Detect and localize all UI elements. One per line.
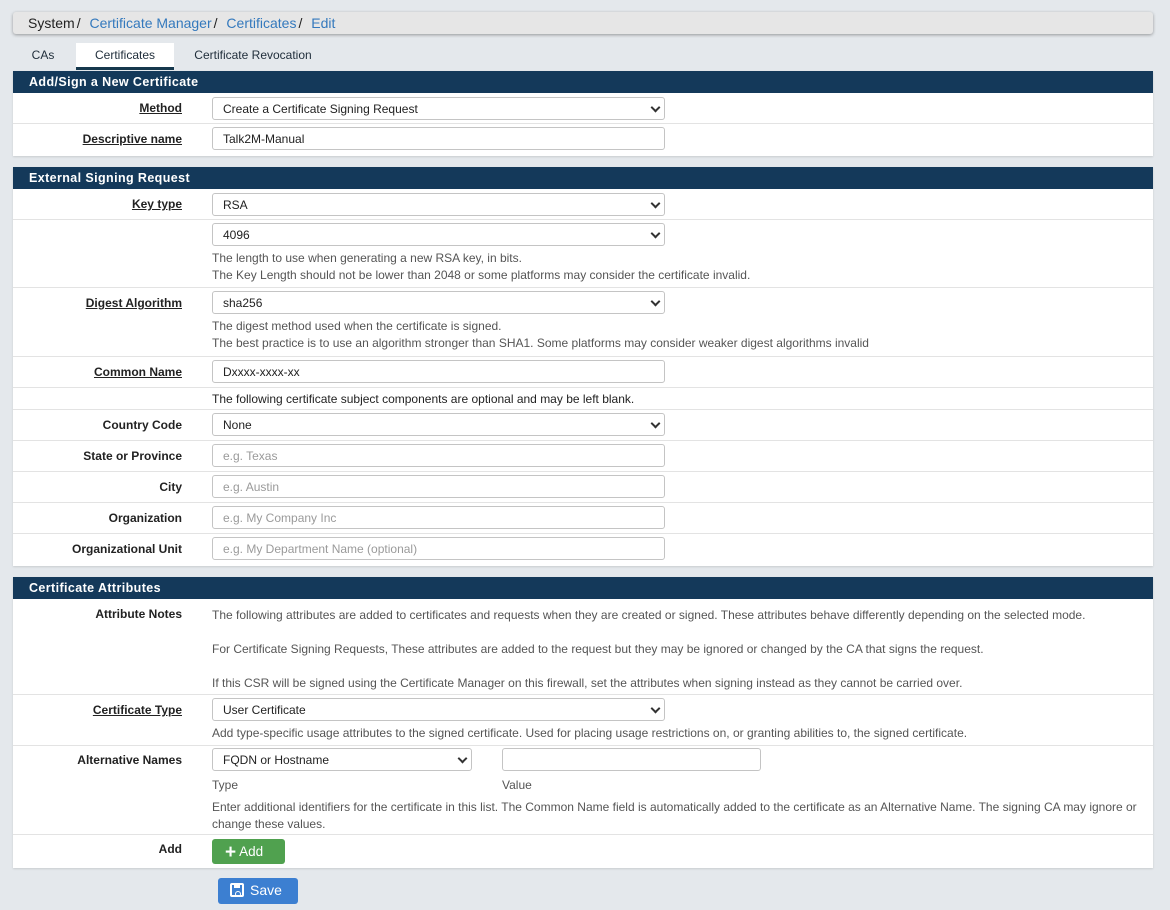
breadcrumb-system: System — [28, 15, 75, 31]
save-icon — [230, 883, 244, 897]
key-length-row: 4096 The length to use when generating a… — [13, 220, 1153, 288]
certificate-type-label: Certificate Type — [92, 703, 182, 717]
key-length-help-line: The Key Length should not be lower than … — [212, 268, 751, 282]
state-placeholder: e.g. Texas — [223, 449, 278, 463]
digest-help: The digest method used when the certific… — [212, 318, 869, 352]
tab-certificate-revocation[interactable]: Certificate Revocation — [185, 43, 321, 70]
certificate-type-row: Certificate Type User Certificate Add ty… — [13, 695, 1153, 746]
organization-label: Organization — [108, 511, 182, 525]
city-row: City e.g. Austin — [13, 472, 1153, 503]
external-signing-panel: External Signing Request Key type RSA 40… — [13, 167, 1153, 566]
certificate-attributes-panel: Certificate Attributes Attribute Notes T… — [13, 577, 1153, 868]
breadcrumb-separator: / — [76, 15, 81, 31]
digest-help-line: The best practice is to use an algorithm… — [212, 336, 869, 350]
save-button-label: Save — [250, 882, 282, 898]
digest-help-line: The digest method used when the certific… — [212, 319, 502, 333]
organization-placeholder: e.g. My Company Inc — [223, 511, 337, 525]
attribute-notes-line: If this CSR will be signed using the Cer… — [212, 676, 963, 690]
city-placeholder: e.g. Austin — [223, 480, 280, 494]
state-input[interactable]: e.g. Texas — [212, 444, 665, 467]
digest-row: Digest Algorithm sha256 The digest metho… — [13, 288, 1153, 357]
attribute-notes-row: Attribute Notes The following attributes… — [13, 599, 1153, 695]
org-unit-label: Organizational Unit — [71, 542, 182, 556]
tab-cas[interactable]: CAs — [19, 43, 67, 70]
alternative-names-label: Alternative Names — [77, 753, 182, 767]
key-type-label: Key type — [131, 197, 182, 211]
breadcrumb-separator: / — [213, 15, 218, 31]
country-select[interactable]: None — [212, 413, 665, 436]
type-caption: Type — [212, 778, 239, 792]
add-row: Add + Add — [13, 835, 1153, 867]
alternative-names-help: Enter additional identifiers for the cer… — [212, 800, 1137, 831]
breadcrumb-edit[interactable]: Edit — [311, 15, 335, 31]
breadcrumb-separator: / — [298, 15, 303, 31]
optional-note-row: The following certificate subject compon… — [13, 388, 1153, 410]
attribute-notes-line: The following attributes are added to ce… — [212, 608, 1086, 622]
state-label: State or Province — [83, 449, 182, 463]
country-row: Country Code None — [13, 410, 1153, 441]
alt-name-value-input[interactable] — [502, 748, 761, 771]
panel-heading: Add/Sign a New Certificate — [13, 71, 1153, 93]
save-button[interactable]: Save — [218, 878, 298, 904]
common-name-label: Common Name — [93, 365, 182, 379]
key-length-select[interactable]: 4096 — [212, 223, 665, 246]
digest-select[interactable]: sha256 — [212, 291, 665, 314]
breadcrumb-certificates[interactable]: Certificates — [226, 15, 296, 31]
org-unit-input[interactable]: e.g. My Department Name (optional) — [212, 537, 665, 560]
attribute-notes-label: Attribute Notes — [95, 607, 182, 621]
add-button[interactable]: + Add — [212, 839, 285, 864]
value-caption: Value — [502, 778, 532, 792]
tab-certificates[interactable]: Certificates — [76, 43, 174, 70]
digest-label: Digest Algorithm — [85, 296, 182, 310]
key-length-help: The length to use when generating a new … — [212, 250, 750, 284]
breadcrumb: System / Certificate Manager / Certificate… — [13, 12, 1153, 34]
add-label: Add — [158, 842, 182, 856]
optional-note: The following certificate subject compon… — [212, 392, 635, 406]
plus-icon: + — [225, 842, 237, 863]
alt-name-type-select[interactable]: FQDN or Hostname — [212, 748, 472, 771]
certificate-type-select[interactable]: User Certificate — [212, 698, 665, 721]
breadcrumb-certificate-manager[interactable]: Certificate Manager — [89, 15, 211, 31]
attribute-notes-line: For Certificate Signing Requests, These … — [212, 642, 984, 656]
method-label: Method — [139, 101, 182, 115]
country-label: Country Code — [102, 418, 182, 432]
organization-row: Organization e.g. My Company Inc — [13, 503, 1153, 534]
org-unit-row: Organizational Unit e.g. My Department N… — [13, 534, 1153, 565]
method-select[interactable]: Create a Certificate Signing Request — [212, 97, 665, 120]
common-name-input[interactable]: Dxxxx-xxxx-xx — [212, 360, 665, 383]
method-row: Method Create a Certificate Signing Requ… — [13, 93, 1153, 124]
panel-heading: External Signing Request — [13, 167, 1153, 189]
alternative-names-row: Alternative Names FQDN or Hostname Type … — [13, 746, 1153, 835]
common-name-row: Common Name Dxxxx-xxxx-xx — [13, 357, 1153, 388]
descriptive-name-input[interactable]: Talk2M-Manual — [212, 127, 665, 150]
state-row: State or Province e.g. Texas — [13, 441, 1153, 472]
add-sign-panel: Add/Sign a New Certificate Method Create… — [13, 71, 1153, 156]
panel-heading: Certificate Attributes — [13, 577, 1153, 599]
descriptive-name-label: Descriptive name — [82, 132, 182, 146]
key-length-help-line: The length to use when generating a new … — [212, 251, 522, 265]
org-unit-placeholder: e.g. My Department Name (optional) — [223, 542, 418, 556]
certificate-type-help: Add type-specific usage attributes to th… — [212, 726, 968, 740]
key-type-select[interactable]: RSA — [212, 193, 665, 216]
city-input[interactable]: e.g. Austin — [212, 475, 665, 498]
organization-input[interactable]: e.g. My Company Inc — [212, 506, 665, 529]
descriptive-name-row: Descriptive name Talk2M-Manual — [13, 124, 1153, 156]
key-type-row: Key type RSA — [13, 189, 1153, 220]
city-label: City — [159, 480, 182, 494]
add-button-label: Add — [239, 844, 264, 859]
